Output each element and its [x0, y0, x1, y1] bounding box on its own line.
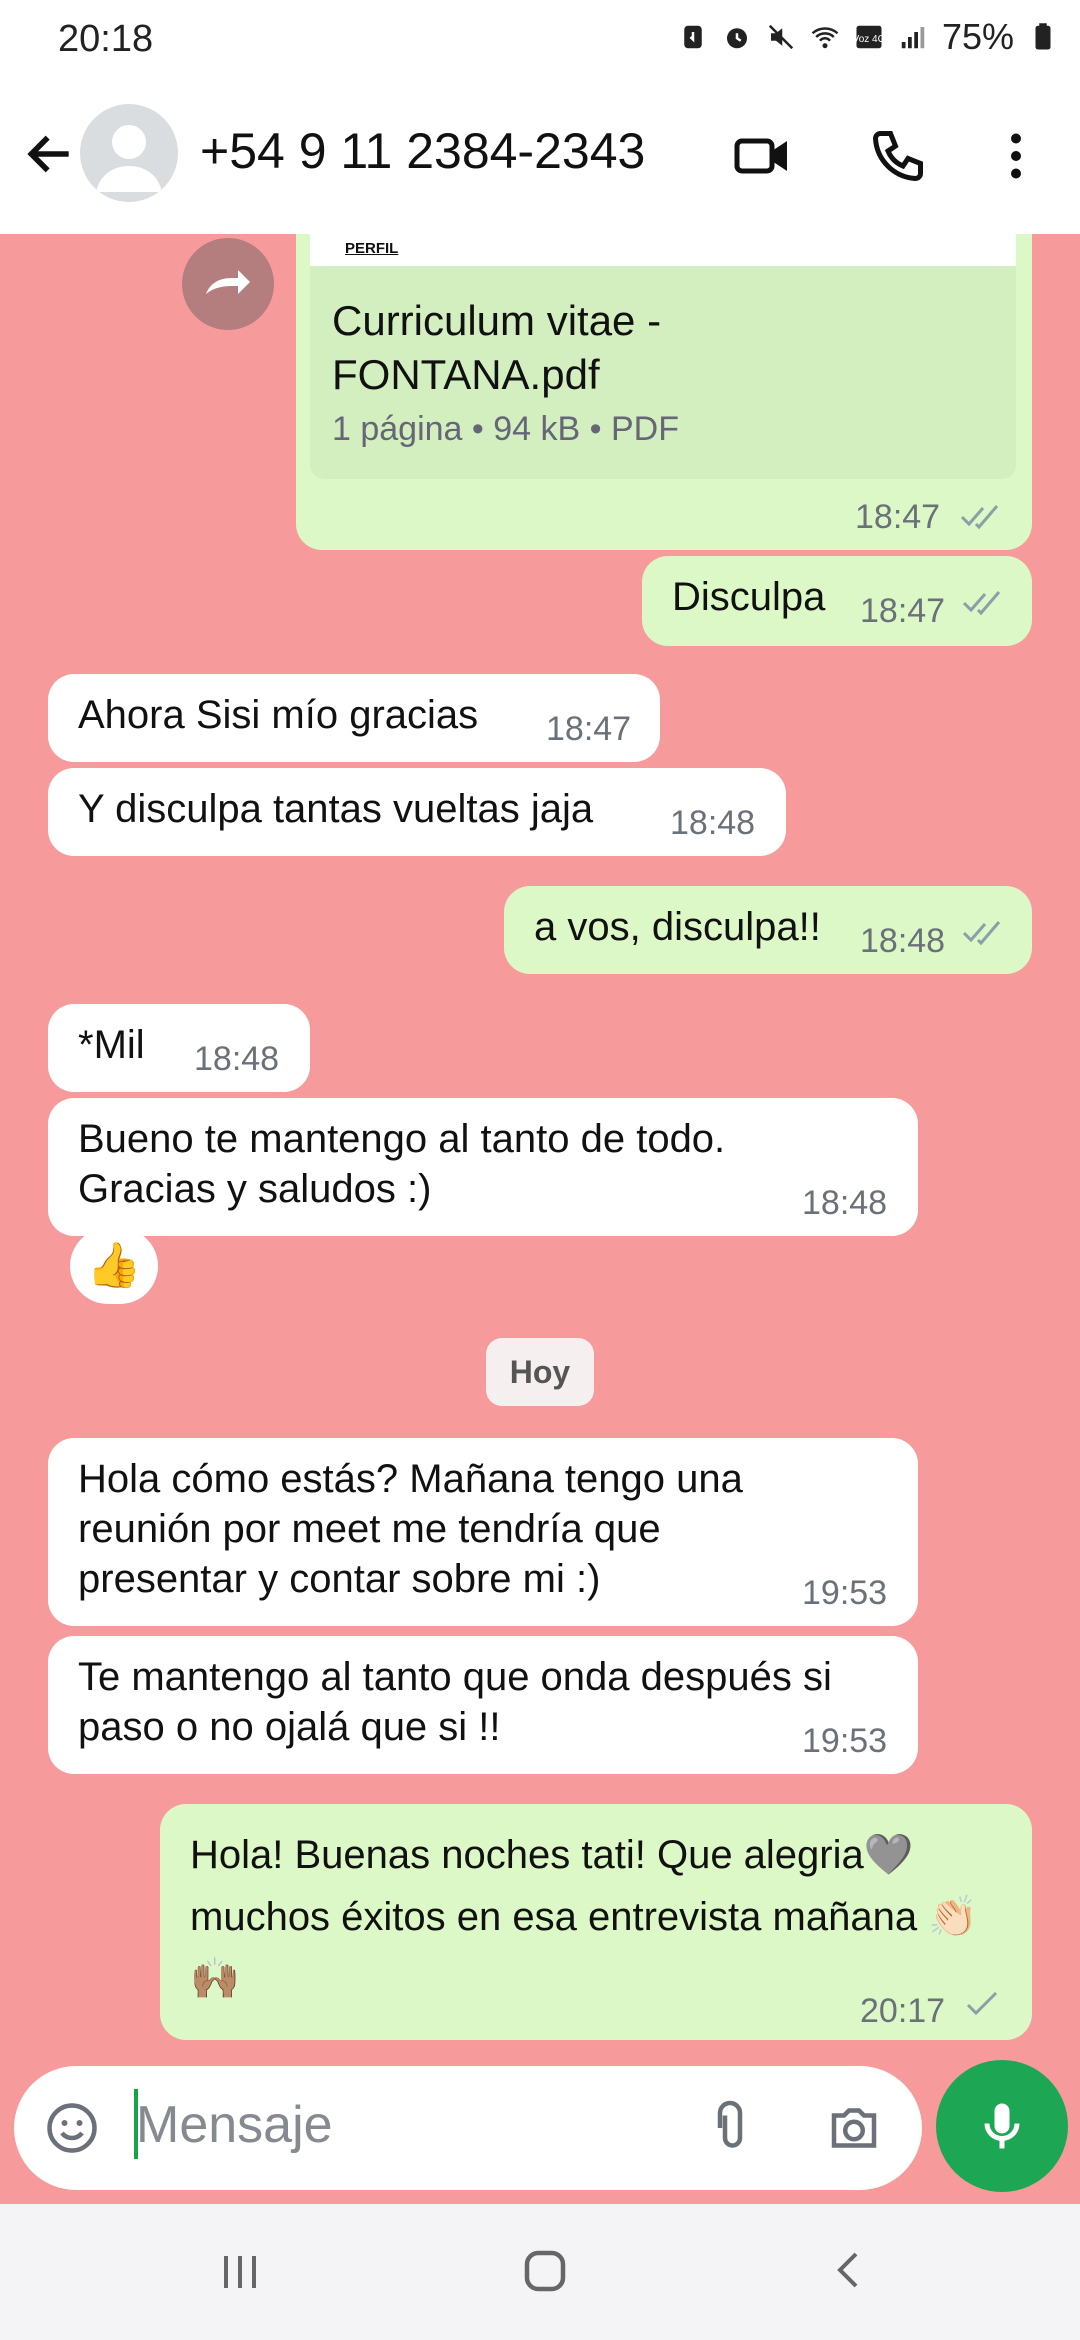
message-time: 18:47: [860, 592, 946, 630]
sim-icon: [684, 25, 702, 49]
back-nav-icon[interactable]: [824, 2246, 872, 2294]
single-check-icon: [966, 1991, 998, 2016]
avatar[interactable]: [80, 104, 178, 202]
wifi-icon: [811, 27, 839, 49]
message-time: 18:47: [855, 498, 941, 536]
home-icon[interactable]: [518, 2244, 572, 2298]
message-bubble-in[interactable]: *Mil 18:48: [48, 1004, 310, 1092]
message-placeholder[interactable]: Mensaje: [136, 2095, 333, 2155]
double-check-icon: [962, 591, 1001, 616]
svg-text:Voz 4G: Voz 4G: [854, 34, 884, 45]
message-time: 18:48: [860, 922, 946, 960]
mic-icon: [984, 2103, 1020, 2149]
alarm-icon: [726, 28, 747, 49]
message-text: Ahora Sisi mío gracias: [78, 693, 479, 737]
message-text: Te mantengo al tanto que onda después si…: [78, 1655, 832, 1749]
message-text: Y disculpa tantas vueltas jaja: [78, 787, 594, 831]
reaction-badge[interactable]: 👍: [70, 1228, 158, 1304]
battery-icon: [1035, 23, 1051, 50]
message-text: Hola! Buenas noches tati! Que alegria🩶 m…: [190, 1833, 978, 2001]
double-check-icon: [960, 505, 999, 530]
message-bubble-out[interactable]: Hola! Buenas noches tati! Que alegria🩶 m…: [160, 1804, 1032, 2040]
pdf-file-meta: 1 página • 94 kB • PDF: [332, 410, 679, 448]
emoji-icon[interactable]: [42, 2098, 102, 2158]
message-time: 19:53: [802, 1722, 888, 1760]
status-bar: 20:18 Voz 4G 75%: [0, 0, 1080, 84]
message-time: 18:48: [670, 804, 756, 842]
contact-name[interactable]: +54 9 11 2384-2343: [200, 122, 645, 180]
message-time: 18:48: [194, 1040, 280, 1078]
phone-icon[interactable]: [868, 126, 928, 186]
message-bubble-in[interactable]: Y disculpa tantas vueltas jaja 18:48: [48, 768, 786, 856]
mic-button[interactable]: [936, 2060, 1068, 2192]
message-bubble-in[interactable]: Hola cómo estás? Mañana tengo una reunió…: [48, 1438, 918, 1626]
message-time: 19:53: [802, 1574, 888, 1612]
day-separator: Hoy: [486, 1338, 594, 1406]
pdf-file-name: Curriculum vitae - FONTANA.pdf: [332, 297, 662, 398]
message-text: Hola cómo estás? Mañana tengo una reunió…: [78, 1457, 743, 1601]
pdf-preview-label: PERFIL: [345, 240, 399, 257]
avatar-icon: [96, 125, 162, 192]
status-icons: Voz 4G 75%: [678, 16, 1058, 58]
pdf-preview: [310, 234, 1016, 266]
double-check-icon: [962, 921, 1001, 946]
message-time: 18:47: [546, 710, 632, 748]
system-nav-bar: [0, 2204, 1080, 2340]
message-text: Bueno te mantengo al tanto de todo. Grac…: [78, 1117, 726, 1211]
camera-icon[interactable]: [824, 2098, 884, 2158]
video-call-icon[interactable]: [732, 126, 792, 186]
mute-icon: [768, 24, 794, 50]
forward-button[interactable]: [182, 238, 274, 330]
battery-percent: 75%: [941, 16, 1014, 57]
recent-apps-icon[interactable]: [216, 2248, 264, 2296]
status-time: 20:18: [58, 18, 154, 60]
back-arrow-icon[interactable]: [22, 126, 78, 182]
chat-area[interactable]: PERFIL Curriculum vitae - FONTANA.pdf 1 …: [0, 234, 1080, 2204]
chat-header: +54 9 11 2384-2343: [0, 84, 1080, 234]
message-bubble-in[interactable]: Ahora Sisi mío gracias 18:47: [48, 674, 660, 762]
message-bubble-in[interactable]: Bueno te mantengo al tanto de todo. Grac…: [48, 1098, 918, 1236]
message-text: a vos, disculpa!!: [534, 905, 821, 949]
message-bubble-in[interactable]: Te mantengo al tanto que onda después si…: [48, 1636, 918, 1774]
message-bubble-out[interactable]: a vos, disculpa!! 18:48: [504, 886, 1032, 974]
message-text: *Mil: [78, 1023, 145, 1067]
forward-icon: [206, 270, 250, 294]
attach-icon[interactable]: [700, 2098, 760, 2158]
message-text: Disculpa: [672, 575, 826, 619]
more-vert-icon[interactable]: [986, 126, 1046, 186]
volte-icon: Voz 4G: [854, 25, 884, 49]
signal-icon: [901, 27, 925, 49]
message-bubble-out[interactable]: Disculpa 18:47: [642, 556, 1032, 646]
message-time: 20:17: [860, 1992, 946, 2030]
message-time: 18:48: [802, 1184, 888, 1222]
